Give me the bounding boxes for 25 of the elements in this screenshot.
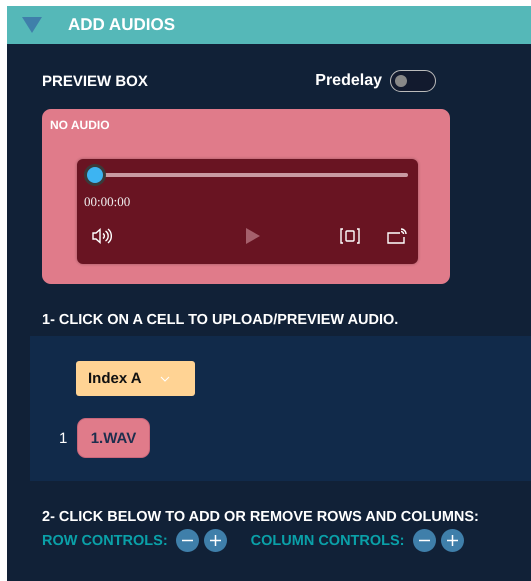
preview-title: PREVIEW BOX	[42, 72, 148, 90]
play-icon[interactable]	[245, 227, 261, 245]
row-number: 1	[59, 430, 68, 446]
step-two-instruction: 2- CLICK BELOW TO ADD OR REMOVE ROWS AND COLUMNS:	[42, 509, 480, 525]
plus-icon	[446, 535, 458, 546]
chevron-down-icon	[160, 376, 170, 382]
time-display: 00:00:00	[84, 194, 130, 210]
cast-icon[interactable]	[387, 228, 407, 244]
predelay-toggle[interactable]	[390, 70, 436, 92]
column-header[interactable]: Index A	[76, 361, 195, 396]
add-button[interactable]	[440, 529, 464, 552]
controls-label: COLUMN CONTROLS:	[250, 532, 404, 548]
remove-button[interactable]	[412, 529, 436, 552]
section-title: ADD AUDIOS	[68, 15, 176, 35]
seek-thumb[interactable]	[87, 167, 103, 183]
audio-status: NO AUDIO	[50, 118, 111, 132]
remove-button[interactable]	[176, 529, 199, 552]
audio-cell[interactable]: 1.WAV	[77, 418, 150, 458]
add-button[interactable]	[204, 529, 227, 552]
predelay-label: Predelay	[315, 72, 382, 90]
volume-icon[interactable]	[92, 228, 112, 244]
fullscreen-icon[interactable]	[340, 228, 360, 244]
controls-label: ROW CONTROLS:	[42, 532, 168, 548]
plus-icon	[210, 535, 221, 546]
step-one-instruction: 1- CLICK ON A CELL TO UPLOAD/PREVIEW AUDIO.	[42, 312, 400, 328]
